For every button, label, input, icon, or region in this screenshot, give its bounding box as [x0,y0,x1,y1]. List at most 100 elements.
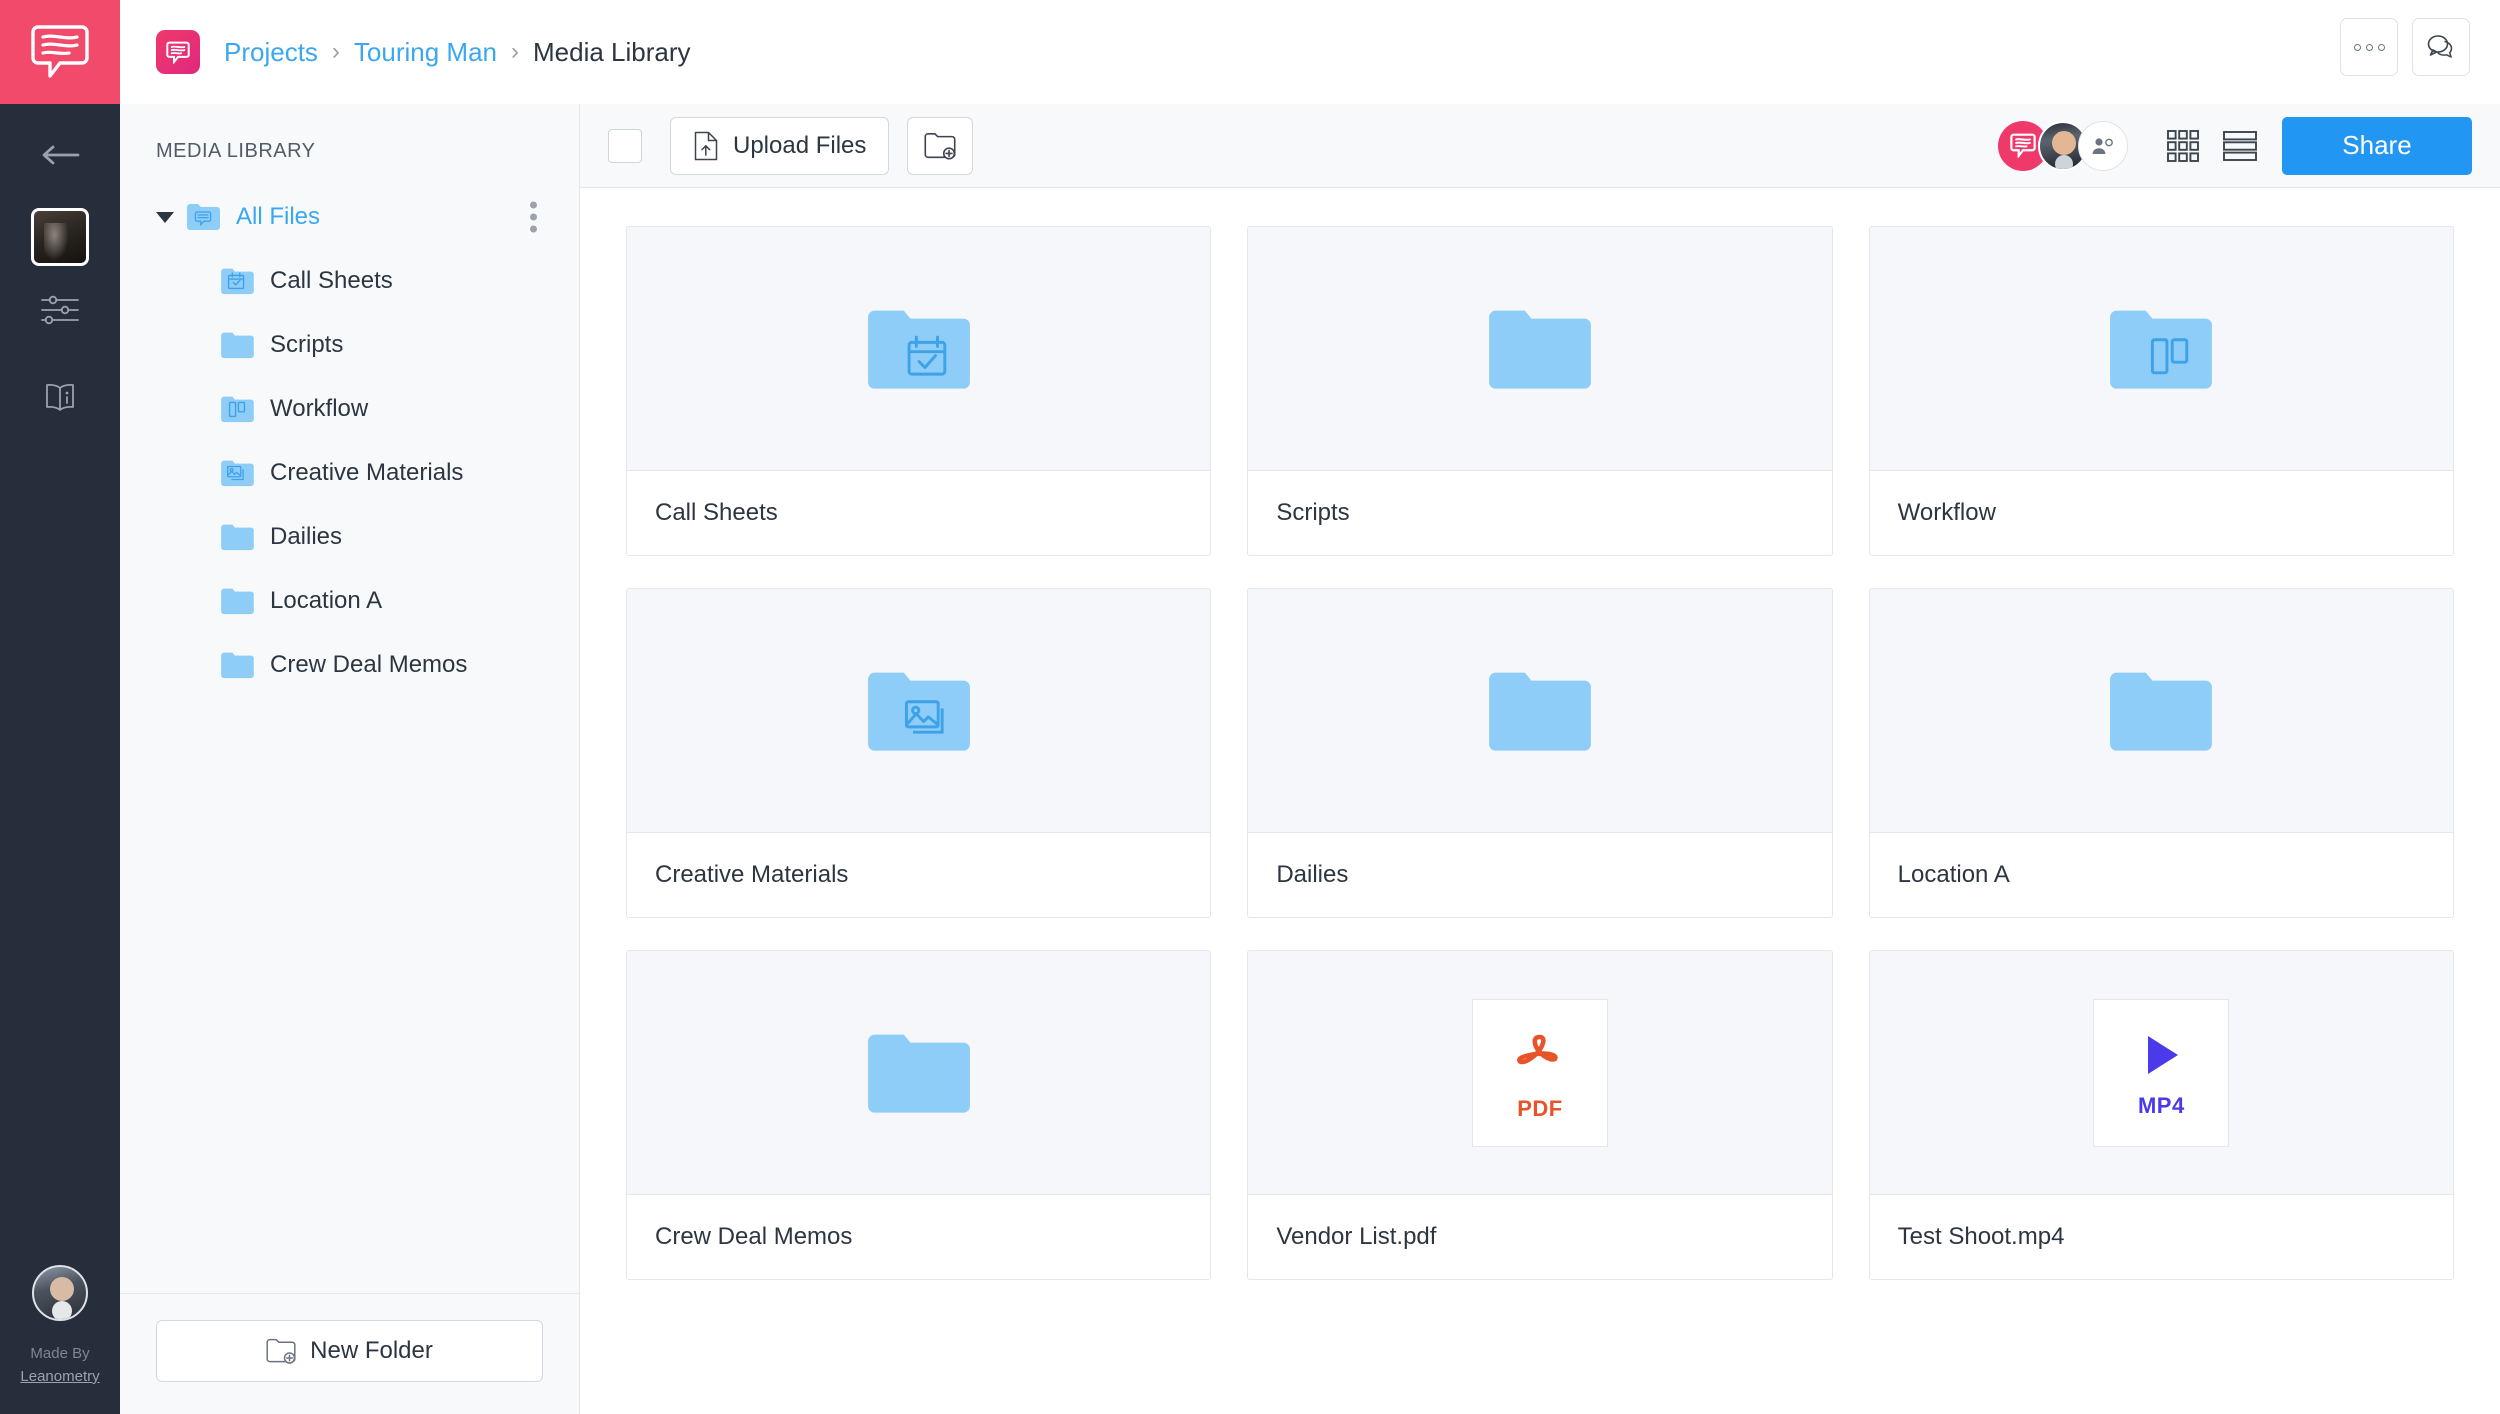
tree-item-all-files[interactable]: All Files [120,185,579,249]
guide-button[interactable] [0,354,120,442]
sidebar: MEDIA LIBRARY All Files Call Sheets Scrip… [120,104,580,1414]
tree-item-dailies[interactable]: Dailies [120,505,579,569]
ellipsis-icon [2354,44,2385,51]
grid-view-button[interactable] [2166,129,2200,163]
chat-folder-icon [186,203,220,231]
file-card[interactable]: Location A [1869,588,2454,918]
tree-children: Call Sheets Scripts Workflow Creative Mater… [120,249,579,697]
chat-bubble-icon [2010,133,2036,158]
settings-button[interactable] [0,266,120,354]
folder-plus-icon [266,1338,296,1364]
upload-files-button[interactable]: Upload Files [670,117,889,175]
list-view-icon [2222,130,2258,162]
pdf-file-icon [1509,1024,1571,1086]
media-library-app: Projects › Touring Man › Media Library [0,0,2500,1414]
file-thumbnail: PDF [1248,951,1831,1195]
chat-bubble-logo-icon [30,23,90,81]
more-options-button[interactable] [2340,18,2398,76]
file-card[interactable]: Crew Deal Memos [626,950,1211,1280]
file-thumbnail [627,951,1210,1195]
tree-item-label: Location A [270,587,382,615]
body: Made By Leanometry MEDIA LIBRARY All Fil… [0,104,2500,1414]
made-by-link[interactable]: Leanometry [20,1368,99,1385]
file-type-label: PDF [1517,1096,1563,1122]
project-thumbnail[interactable] [31,208,89,266]
sidebar-title: MEDIA LIBRARY [120,104,579,163]
list-view-button[interactable] [2222,130,2258,162]
tree-item-call-sheets[interactable]: Call Sheets [120,249,579,313]
plain-folder-icon [220,651,254,679]
sidebar-footer: New Folder [120,1293,579,1414]
breadcrumb-separator: › [332,38,340,66]
file-name: Workflow [1870,471,2453,555]
file-thumbnail [1248,227,1831,471]
file-card[interactable]: MP4 Test Shoot.mp4 [1869,950,2454,1280]
app-logo[interactable] [0,0,120,104]
kanban-folder-icon [220,395,254,423]
tree-item-label: Call Sheets [270,267,393,295]
file-thumbnail [1870,589,2453,833]
plain-folder-icon [2107,670,2215,752]
file-type-box: PDF [1472,999,1608,1147]
share-button[interactable]: Share [2282,117,2472,175]
tree-item-label: All Files [236,203,320,231]
file-type-box: MP4 [2093,999,2229,1147]
project-badge[interactable] [156,30,200,74]
top-header: Projects › Touring Man › Media Library [0,0,2500,104]
grid-view-icon [2166,129,2200,163]
file-card[interactable]: Scripts [1247,226,1832,556]
new-folder-label: New Folder [310,1337,433,1365]
breadcrumb-project[interactable]: Touring Man [354,37,497,68]
user-avatar[interactable] [32,1265,88,1321]
tree-item-workflow[interactable]: Workflow [120,377,579,441]
view-toggle [2166,129,2258,163]
folder-tree: All Files Call Sheets Scripts Workflow Crea… [120,185,579,697]
made-by-prefix: Made By [20,1343,99,1365]
tree-item-crew-deal-memos[interactable]: Crew Deal Memos [120,633,579,697]
tree-item-location-a[interactable]: Location A [120,569,579,633]
video-file-icon [2133,1027,2189,1083]
sliders-icon [39,293,81,327]
file-card[interactable]: Dailies [1247,588,1832,918]
folder-options-button[interactable] [530,202,537,233]
file-type-label: MP4 [2138,1093,2185,1119]
comment-bubbles-icon [2426,34,2456,60]
main-content: Upload Files [580,104,2500,1414]
breadcrumb: Projects › Touring Man › Media Library [224,37,691,68]
tree-item-label: Workflow [270,395,368,423]
file-card[interactable]: Creative Materials [626,588,1211,918]
select-all-checkbox[interactable] [608,129,642,163]
file-name: Creative Materials [627,833,1210,917]
calendar-check-folder-icon [865,308,973,390]
toolbar-right: Share [1998,117,2472,175]
breadcrumb-projects[interactable]: Projects [224,37,318,68]
back-button[interactable] [0,120,120,190]
chevron-down-icon[interactable] [156,212,174,223]
plain-folder-icon [220,331,254,359]
file-name: Test Shoot.mp4 [1870,1195,2453,1279]
create-folder-button[interactable] [907,117,973,175]
folder-plus-icon [924,132,956,160]
breadcrumb-current: Media Library [533,37,691,68]
file-card[interactable]: PDFVendor List.pdf [1247,950,1832,1280]
tree-item-label: Scripts [270,331,343,359]
file-card[interactable]: Workflow [1869,226,2454,556]
file-card[interactable]: Call Sheets [626,226,1211,556]
book-info-icon [40,381,80,415]
plain-folder-icon [220,523,254,551]
file-thumbnail [1870,227,2453,471]
calendar-check-folder-icon [220,267,254,295]
tree-item-creative-materials[interactable]: Creative Materials [120,441,579,505]
plain-folder-icon [1486,670,1594,752]
new-folder-button[interactable]: New Folder [156,1320,543,1382]
photo-folder-icon [865,670,973,752]
arrow-left-icon [40,144,80,166]
file-thumbnail [627,227,1210,471]
tree-item-scripts[interactable]: Scripts [120,313,579,377]
add-people-button[interactable] [2078,121,2128,171]
plain-folder-icon [865,1032,973,1114]
file-name: Call Sheets [627,471,1210,555]
comments-button[interactable] [2412,18,2470,76]
tree-item-label: Dailies [270,523,342,551]
content-toolbar: Upload Files [580,104,2500,188]
